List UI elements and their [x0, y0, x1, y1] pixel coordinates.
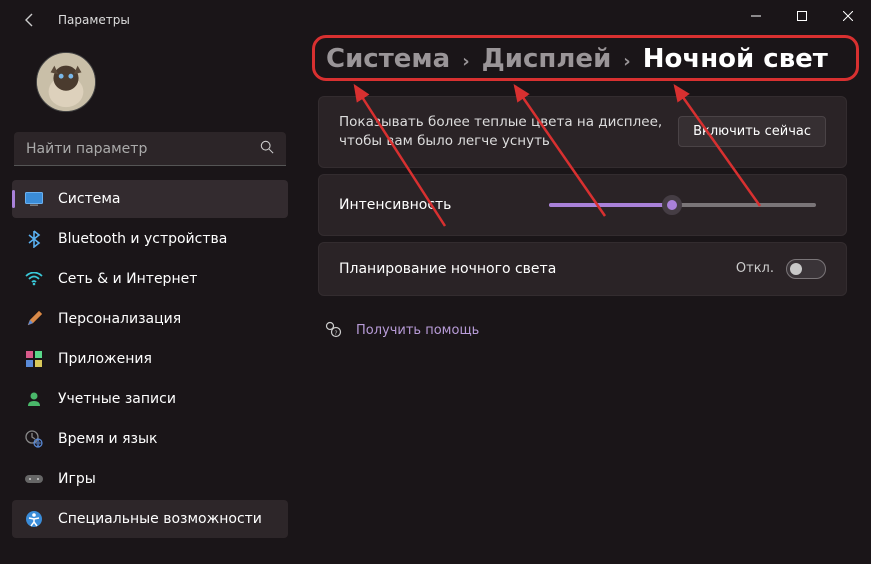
- apps-icon: [24, 349, 44, 369]
- minimize-button[interactable]: [733, 0, 779, 32]
- nav-item-accessibility[interactable]: Специальные возможности: [12, 500, 288, 538]
- user-avatar[interactable]: [36, 52, 96, 112]
- breadcrumb-system[interactable]: Система: [326, 44, 450, 74]
- nav-label: Система: [58, 191, 120, 207]
- person-icon: [24, 389, 44, 409]
- search-box[interactable]: [14, 132, 286, 166]
- nav-label: Сеть & и Интернет: [58, 271, 197, 287]
- get-help-link[interactable]: ? Получить помощь: [318, 320, 847, 342]
- svg-text:?: ?: [334, 330, 337, 337]
- paintbrush-icon: [24, 309, 44, 329]
- gamepad-icon: [24, 469, 44, 489]
- help-icon: ?: [324, 320, 342, 342]
- nav-item-apps[interactable]: Приложения: [12, 340, 288, 378]
- accessibility-icon: [24, 509, 44, 529]
- chevron-right-icon: ›: [462, 51, 469, 72]
- nav-label: Специальные возможности: [58, 511, 262, 527]
- sidebar: Система Bluetooth и устройства Сеть & и …: [0, 40, 300, 564]
- titlebar: Параметры: [0, 0, 871, 40]
- back-button[interactable]: [20, 10, 40, 30]
- nav-item-games[interactable]: Игры: [12, 460, 288, 498]
- nav-item-network[interactable]: Сеть & и Интернет: [12, 260, 288, 298]
- warm-colors-description: Показывать более теплые цвета на дисплее…: [339, 113, 678, 151]
- wifi-icon: [24, 269, 44, 289]
- nav-item-personalization[interactable]: Персонализация: [12, 300, 288, 338]
- search-icon: [260, 140, 274, 158]
- breadcrumb-current: Ночной свет: [643, 44, 828, 74]
- nav-item-system[interactable]: Система: [12, 180, 288, 218]
- intensity-slider[interactable]: [549, 195, 816, 215]
- nav-list: Система Bluetooth и устройства Сеть & и …: [12, 180, 288, 552]
- nav-label: Учетные записи: [58, 391, 176, 407]
- nav-label: Приложения: [58, 351, 152, 367]
- intensity-card: Интенсивность: [318, 174, 847, 236]
- nav-label: Bluetooth и устройства: [58, 231, 227, 247]
- nav-label: Персонализация: [58, 311, 181, 327]
- search-input[interactable]: [26, 141, 260, 157]
- night-light-description-card: Показывать более теплые цвета на дисплее…: [318, 96, 847, 168]
- window-title: Параметры: [58, 13, 130, 27]
- nav-item-time-language[interactable]: Время и язык: [12, 420, 288, 458]
- slider-thumb[interactable]: [662, 195, 682, 215]
- main-content: Система › Дисплей › Ночной свет Показыва…: [300, 40, 871, 564]
- schedule-card: Планирование ночного света Откл.: [318, 242, 847, 296]
- nav-item-accounts[interactable]: Учетные записи: [12, 380, 288, 418]
- display-icon: [24, 189, 44, 209]
- help-label: Получить помощь: [356, 323, 479, 338]
- schedule-toggle[interactable]: [786, 259, 826, 279]
- schedule-label: Планирование ночного света: [339, 261, 736, 277]
- maximize-button[interactable]: [779, 0, 825, 32]
- close-button[interactable]: [825, 0, 871, 32]
- enable-now-button[interactable]: Включить сейчас: [678, 116, 826, 147]
- nav-item-bluetooth[interactable]: Bluetooth и устройства: [12, 220, 288, 258]
- chevron-right-icon: ›: [623, 51, 630, 72]
- clock-globe-icon: [24, 429, 44, 449]
- nav-label: Время и язык: [58, 431, 157, 447]
- intensity-label: Интенсивность: [339, 197, 549, 213]
- nav-label: Игры: [58, 471, 96, 487]
- toggle-state-text: Откл.: [736, 261, 774, 276]
- bluetooth-icon: [24, 229, 44, 249]
- breadcrumb-display[interactable]: Дисплей: [482, 44, 612, 74]
- breadcrumb: Система › Дисплей › Ночной свет: [318, 40, 847, 78]
